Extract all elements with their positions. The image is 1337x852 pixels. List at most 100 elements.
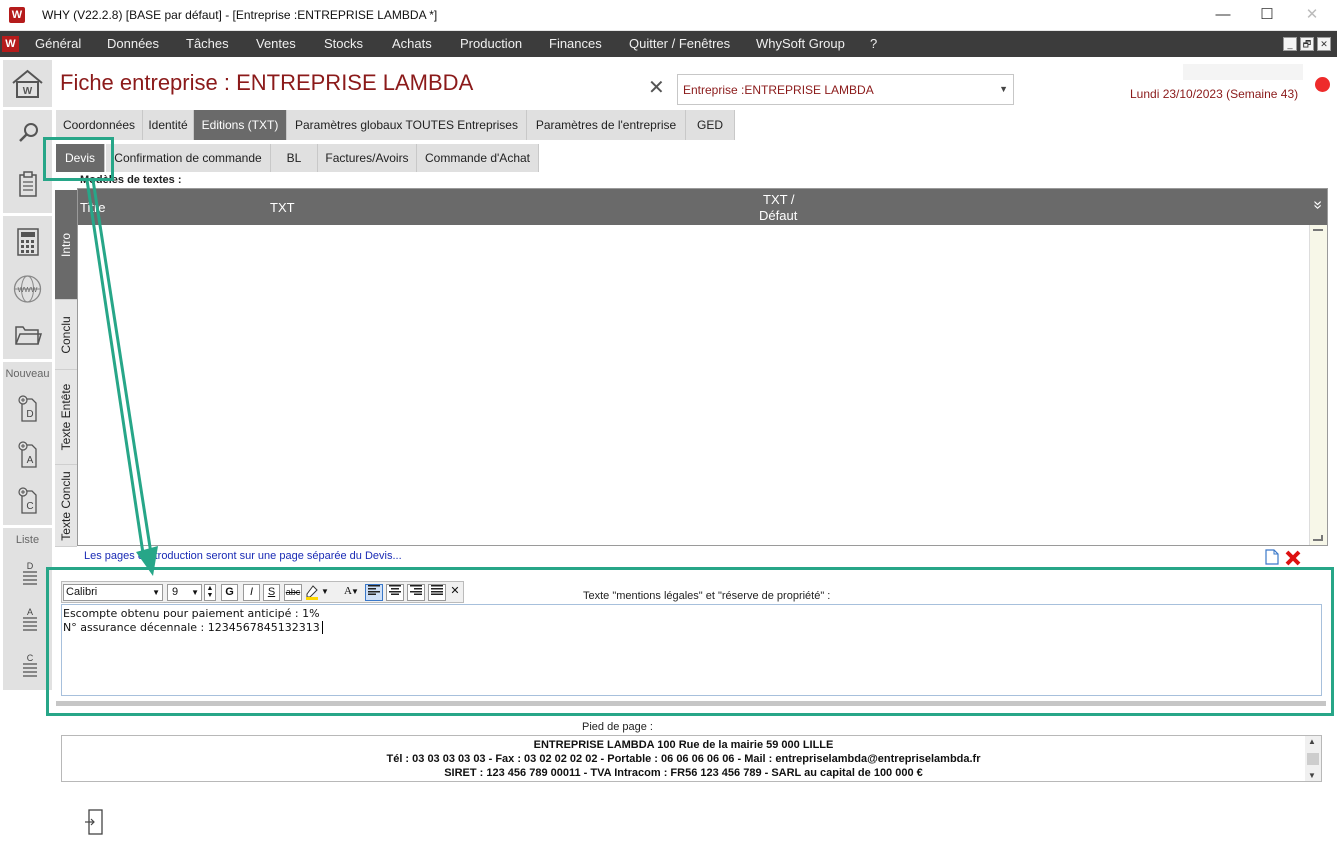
footer-scrollbar[interactable]: ▲ ▼ <box>1305 736 1321 781</box>
expand-columns-icon[interactable]: » <box>1308 201 1326 210</box>
menu-finances[interactable]: Finances <box>549 31 602 57</box>
menu-help[interactable]: ? <box>870 31 877 57</box>
resize-grip-icon <box>1313 535 1323 541</box>
nouveau-label: Nouveau <box>5 368 50 380</box>
menu-logo[interactable]: W <box>2 36 19 52</box>
menu-production[interactable]: Production <box>460 31 522 57</box>
svg-text:C: C <box>26 501 33 512</box>
new-avoir-icon[interactable]: A <box>3 433 52 475</box>
svg-text:A: A <box>27 607 33 617</box>
svg-text:W: W <box>23 86 33 97</box>
footer-line: Tél : 03 03 03 03 03 - Fax : 03 02 02 02… <box>386 753 981 765</box>
close-form-icon[interactable]: ✕ <box>648 78 666 98</box>
exit-door-icon[interactable] <box>84 808 104 836</box>
menu-whysoft-group[interactable]: WhySoft Group <box>756 31 845 57</box>
list-commandes-icon[interactable]: C <box>3 644 52 686</box>
svg-text:D: D <box>27 561 34 571</box>
subtab-label: Commande d'Achat <box>424 151 530 165</box>
col-header-txt[interactable]: TXT <box>270 200 295 215</box>
tab-parametres-globaux[interactable]: Paramètres globaux TOUTES Entreprises <box>287 110 527 140</box>
tab-parametres-entreprise[interactable]: Paramètres de l'entreprise <box>527 110 686 140</box>
vtab-texte-conclu[interactable]: Texte Conclu <box>55 465 77 547</box>
footer-line: ENTREPRISE LAMBDA 100 Rue de la mairie 5… <box>533 739 834 751</box>
close-window-button[interactable]: ✕ <box>1298 4 1326 26</box>
scroll-thumb[interactable] <box>1307 753 1319 765</box>
menu-ventes[interactable]: Ventes <box>256 31 296 57</box>
subtab-confirmation-commande[interactable]: Confirmation de commande <box>106 144 271 172</box>
models-grid[interactable]: Titre TXT TXT / Défaut » <box>77 188 1328 546</box>
list-devis-icon[interactable]: D <box>3 552 52 594</box>
tab-label: Identité <box>148 118 188 132</box>
subtab-label: Factures/Avoirs <box>325 151 409 165</box>
vtab-conclu[interactable]: Conclu <box>55 300 77 370</box>
list-avoirs-icon[interactable]: A <box>3 598 52 640</box>
tab-label: Paramètres de l'entreprise <box>535 118 677 132</box>
date-field-box <box>1183 64 1303 80</box>
window-titlebar: W WHY (V22.2.8) [BASE par défaut] - [Ent… <box>0 0 1337 31</box>
svg-text:D: D <box>26 409 33 420</box>
new-document-icon[interactable] <box>1265 549 1279 565</box>
subtab-label: Confirmation de commande <box>114 151 262 165</box>
footer-line: SIRET : 123 456 789 00011 - TVA Intracom… <box>444 767 923 779</box>
svg-text:A: A <box>27 455 34 466</box>
folder-open-icon[interactable] <box>3 313 52 355</box>
svg-text:C: C <box>27 653 34 663</box>
delete-icon[interactable] <box>1284 549 1302 567</box>
vtab-label: Intro <box>59 232 73 257</box>
intro-info-text: Les pages d'introduction seront sur une … <box>84 550 402 562</box>
scroll-down-icon[interactable]: ▼ <box>1308 771 1316 780</box>
col-header-default-2[interactable]: Défaut <box>759 208 797 223</box>
entity-select[interactable]: Entreprise :ENTREPRISE LAMBDA ▼ <box>677 74 1014 105</box>
subtab-commande-achat[interactable]: Commande d'Achat <box>417 144 539 172</box>
home-icon[interactable]: W <box>3 62 52 104</box>
tab-ged[interactable]: GED <box>686 110 735 140</box>
grid-scrollbar[interactable] <box>1309 225 1327 545</box>
highlight-box-legal-text <box>46 567 1334 716</box>
vtab-intro[interactable]: Intro <box>55 190 77 300</box>
tab-label: Coordonnées <box>62 118 136 132</box>
scroll-up-icon[interactable]: ▲ <box>1308 737 1316 746</box>
liste-label: Liste <box>15 534 40 546</box>
col-header-titre[interactable]: Titre <box>80 200 106 215</box>
footer-label: Pied de page : <box>582 721 653 733</box>
current-date: Lundi 23/10/2023 (Semaine 43) <box>1130 87 1299 101</box>
mdi-close-button[interactable]: ✕ <box>1317 37 1331 51</box>
col-header-default-1[interactable]: TXT / <box>763 192 795 207</box>
highlight-box-devis-tab <box>43 137 114 181</box>
tab-label: Paramètres globaux TOUTES Entreprises <box>295 118 518 132</box>
vtab-texte-entete[interactable]: Texte Entête <box>55 370 77 465</box>
chevron-down-icon: ▼ <box>999 84 1008 94</box>
page-title: Fiche entreprise : ENTREPRISE LAMBDA <box>60 70 474 95</box>
menu-stocks[interactable]: Stocks <box>324 31 363 57</box>
tab-editions-txt[interactable]: Editions (TXT) <box>194 110 287 140</box>
subtab-factures-avoirs[interactable]: Factures/Avoirs <box>318 144 417 172</box>
grid-header: Titre TXT TXT / Défaut » <box>78 189 1327 225</box>
tab-label: Editions (TXT) <box>201 118 279 132</box>
menu-general[interactable]: Général <box>35 31 81 57</box>
tab-identite[interactable]: Identité <box>143 110 194 140</box>
vtab-label: Texte Entête <box>59 383 73 451</box>
globe-www-icon[interactable]: WWW <box>3 268 52 310</box>
mdi-minimize-button[interactable]: _ <box>1283 37 1297 51</box>
menubar: W Général Données Tâches Ventes Stocks A… <box>0 31 1337 57</box>
scroll-top-mark <box>1313 229 1323 231</box>
entity-select-value: Entreprise :ENTREPRISE LAMBDA <box>683 83 874 97</box>
new-commande-icon[interactable]: C <box>3 479 52 521</box>
tab-coordonnees[interactable]: Coordonnées <box>56 110 143 140</box>
menu-achats[interactable]: Achats <box>392 31 432 57</box>
menu-taches[interactable]: Tâches <box>186 31 229 57</box>
footer-text-area[interactable]: ENTREPRISE LAMBDA 100 Rue de la mairie 5… <box>61 735 1322 782</box>
app-logo: W <box>9 7 25 23</box>
menu-donnees[interactable]: Données <box>107 31 159 57</box>
new-devis-icon[interactable]: D <box>3 387 52 429</box>
subtab-label: BL <box>286 151 302 165</box>
calculator-icon[interactable] <box>3 221 52 263</box>
maximize-button[interactable]: ☐ <box>1253 4 1281 26</box>
svg-text:WWW: WWW <box>18 287 38 294</box>
menu-quitter-fenetres[interactable]: Quitter / Fenêtres <box>629 31 730 57</box>
mdi-restore-button[interactable]: 🗗 <box>1300 37 1314 51</box>
window-title: WHY (V22.2.8) [BASE par défaut] - [Entre… <box>42 8 438 22</box>
subtab-bl[interactable]: BL <box>271 144 318 172</box>
status-indicator-icon <box>1315 77 1330 92</box>
minimize-button[interactable]: — <box>1209 4 1237 26</box>
